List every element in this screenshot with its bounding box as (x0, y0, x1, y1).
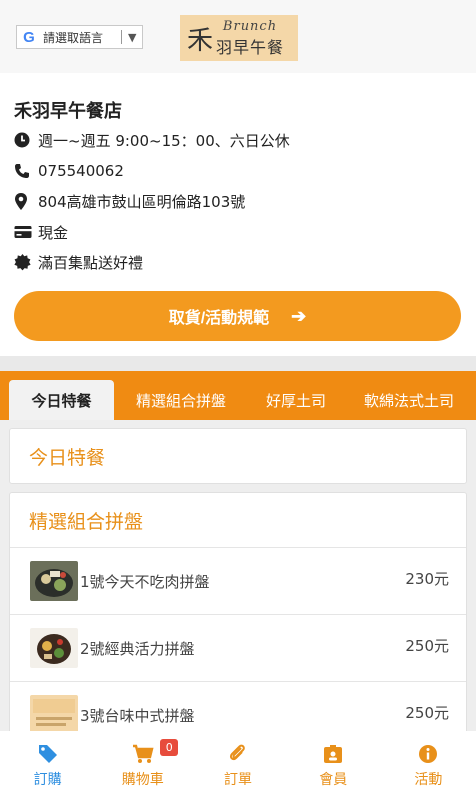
tag-icon (38, 743, 58, 765)
store-address[interactable]: 804高雄市鼓山區明倫路103號 (38, 191, 245, 212)
nav-events-label: 活動 (414, 771, 443, 788)
menu-item-name: 1號今天不吃肉拼盤 (80, 572, 210, 591)
nav-order[interactable]: 訂購 (0, 731, 95, 800)
store-payment-row: 現金 (14, 217, 462, 248)
nav-member[interactable]: 會員 (286, 731, 381, 800)
section-title: 精選組合拼盤 (29, 510, 144, 533)
store-logo: 禾 Brunch 羽早午餐 (180, 15, 298, 61)
store-info-card: 禾羽早午餐店 週一~週五 9:00~15：00、六日公休 075540062 8… (0, 73, 476, 356)
top-header: G 請選取語言 ▼ 禾 Brunch 羽早午餐 (0, 0, 476, 73)
bottom-navigation: 訂購 0 購物車 訂單 會員 活動 (0, 731, 476, 800)
credit-card-icon (14, 223, 34, 241)
arrow-right-icon: ➔ (291, 305, 307, 326)
store-promo: 滿百集點送好禮 (38, 254, 144, 273)
section-combo-platter: 精選組合拼盤 1號今天不吃肉拼盤 230元 2號經典活力拼盤 250元 3號台味… (9, 492, 467, 745)
nav-orders-label: 訂單 (224, 771, 252, 788)
info-icon (418, 743, 438, 765)
tab-french-toast[interactable]: 軟綿法式土司 (344, 380, 474, 420)
logo-brunch-text: Brunch (222, 18, 278, 34)
menu-content: 今日特餐 精選組合拼盤 1號今天不吃肉拼盤 230元 2號經典活力拼盤 250元… (0, 420, 476, 745)
nav-member-label: 會員 (319, 771, 348, 788)
store-hours: 週一~週五 9:00~15：00、六日公休 (38, 131, 290, 150)
menu-item[interactable]: 1號今天不吃肉拼盤 230元 (10, 547, 466, 614)
nav-cart[interactable]: 0 購物車 (95, 731, 190, 800)
cart-count-badge: 0 (160, 739, 179, 756)
menu-item-price: 230元 (405, 570, 449, 588)
phone-icon (14, 162, 34, 180)
store-phone-row: 075540062 (14, 156, 462, 187)
clock-icon (14, 131, 34, 149)
menu-item-name: 2號經典活力拼盤 (80, 639, 195, 658)
logo-mark: 禾 (187, 25, 214, 56)
section-gap (0, 356, 476, 371)
store-name: 禾羽早午餐店 (14, 101, 122, 122)
tab-combo-platter[interactable]: 精選組合拼盤 (114, 380, 248, 420)
store-hours-row: 週一~週五 9:00~15：00、六日公休 (14, 125, 462, 156)
language-select-label: 請選取語言 (43, 30, 104, 45)
nav-order-label: 訂購 (33, 771, 62, 788)
tab-daily-special[interactable]: 今日特餐 (9, 380, 114, 420)
menu-item-price: 250元 (405, 704, 449, 722)
store-phone[interactable]: 075540062 (38, 162, 124, 180)
menu-item-price: 250元 (405, 637, 449, 655)
nav-events[interactable]: 活動 (381, 731, 476, 800)
certificate-icon (14, 254, 34, 272)
nav-orders[interactable]: 訂單 (190, 731, 285, 800)
store-address-row: 804高雄市鼓山區明倫路103號 (14, 186, 462, 217)
logo-name-text: 羽早午餐 (216, 37, 285, 57)
store-promo-row: 滿百集點送好禮 (14, 247, 462, 278)
pickup-rules-label: 取貨/活動規範 (168, 310, 270, 327)
menu-item-thumbnail (30, 695, 78, 735)
section-daily-special: 今日特餐 (9, 428, 467, 484)
cart-icon (132, 743, 154, 765)
store-payment: 現金 (38, 223, 69, 242)
id-badge-icon (323, 743, 343, 765)
section-title: 今日特餐 (29, 446, 106, 469)
divider (121, 30, 122, 44)
category-tabs: 今日特餐 精選組合拼盤 好厚土司 軟綿法式土司 (0, 371, 476, 420)
menu-item-thumbnail (30, 561, 78, 601)
google-icon: G (23, 28, 35, 46)
pickup-rules-button[interactable]: 取貨/活動規範 ➔ (14, 291, 461, 341)
paperclip-icon (229, 743, 247, 765)
dropdown-arrow-icon: ▼ (128, 30, 137, 44)
language-select[interactable]: G 請選取語言 ▼ (16, 25, 143, 49)
nav-cart-label: 購物車 (121, 771, 164, 788)
menu-item[interactable]: 2號經典活力拼盤 250元 (10, 614, 466, 681)
menu-item-thumbnail (30, 628, 78, 668)
menu-item-name: 3號台味中式拼盤 (80, 706, 195, 725)
tab-thick-toast[interactable]: 好厚土司 (248, 380, 344, 420)
map-marker-icon (14, 192, 34, 210)
